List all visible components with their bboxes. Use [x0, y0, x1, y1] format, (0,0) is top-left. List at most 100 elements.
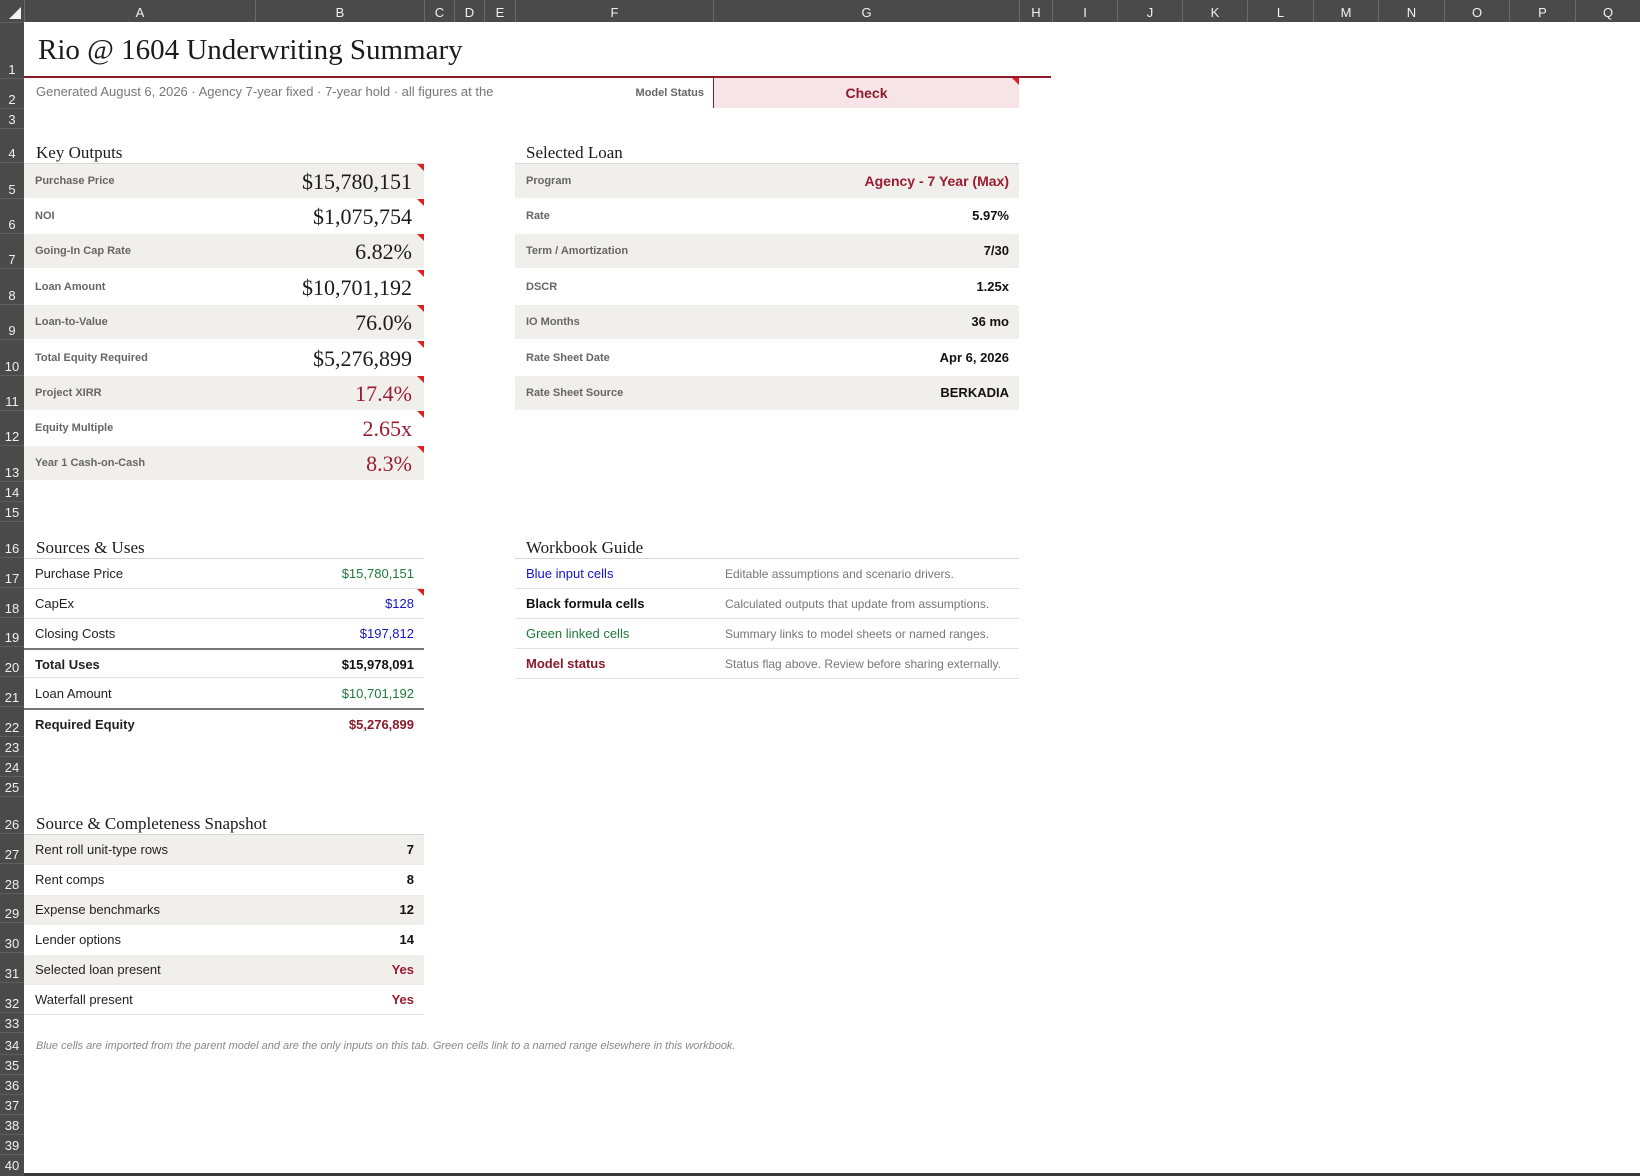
col-header-j[interactable]: J	[1117, 0, 1182, 22]
row-header[interactable]: 8	[0, 268, 24, 304]
row-header[interactable]: 19	[0, 617, 24, 646]
col-header-a[interactable]: A	[24, 0, 255, 22]
comment-indicator-icon[interactable]	[417, 199, 424, 206]
subtitle-meta[interactable]: Generated August 6, 2026 · Agency 7-year…	[36, 84, 516, 99]
snapshot-row[interactable]: Waterfall present Yes	[24, 985, 424, 1015]
row-header[interactable]: 31	[0, 952, 24, 982]
guide-row[interactable]: Model status Status flag above. Review b…	[515, 649, 1019, 679]
row-header[interactable]: 39	[0, 1134, 24, 1154]
row-header[interactable]: 25	[0, 776, 24, 796]
row-header[interactable]: 5	[0, 162, 24, 198]
col-header-o[interactable]: O	[1444, 0, 1509, 22]
row-header[interactable]: 2	[0, 78, 24, 108]
row-header[interactable]: 38	[0, 1114, 24, 1134]
col-header-l[interactable]: L	[1247, 0, 1313, 22]
col-header-n[interactable]: N	[1378, 0, 1444, 22]
row-header[interactable]: 7	[0, 233, 24, 268]
row-header[interactable]: 24	[0, 756, 24, 776]
row-header[interactable]: 14	[0, 481, 24, 501]
snapshot-row[interactable]: Rent comps 8	[24, 865, 424, 895]
comment-indicator-icon[interactable]	[417, 305, 424, 312]
key-output-row[interactable]: Loan-to-Value 76.0%	[24, 305, 424, 339]
row-header[interactable]: 28	[0, 863, 24, 893]
key-output-row[interactable]: NOI $1,075,754	[24, 199, 424, 233]
row-header[interactable]: 29	[0, 893, 24, 922]
col-header-b[interactable]: B	[255, 0, 424, 22]
row-header[interactable]: 11	[0, 375, 24, 410]
key-output-row[interactable]: Year 1 Cash-on-Cash 8.3%	[24, 446, 424, 480]
row-header[interactable]: 26	[0, 796, 24, 833]
row-header[interactable]: 27	[0, 833, 24, 863]
row-header[interactable]: 3	[0, 108, 24, 128]
col-header-h[interactable]: H	[1019, 0, 1052, 22]
comment-indicator-icon[interactable]	[417, 164, 424, 171]
row-header[interactable]: 6	[0, 198, 24, 233]
col-header-e[interactable]: E	[484, 0, 515, 22]
row-header[interactable]: 37	[0, 1094, 24, 1114]
row-header[interactable]: 30	[0, 922, 24, 952]
snapshot-row[interactable]: Rent roll unit-type rows 7	[24, 835, 424, 865]
sources-uses-row[interactable]: Closing Costs $197,812	[24, 619, 424, 649]
row-header[interactable]: 4	[0, 128, 24, 162]
comment-indicator-icon[interactable]	[417, 270, 424, 277]
col-header-f[interactable]: F	[515, 0, 713, 22]
comment-indicator-icon[interactable]	[1012, 78, 1019, 85]
loan-row[interactable]: Program Agency - 7 Year (Max)	[515, 164, 1019, 198]
loan-row[interactable]: Term / Amortization 7/30	[515, 234, 1019, 268]
comment-indicator-icon[interactable]	[417, 411, 424, 418]
comment-indicator-icon[interactable]	[417, 341, 424, 348]
comment-indicator-icon[interactable]	[417, 589, 424, 596]
snapshot-row[interactable]: Expense benchmarks 12	[24, 895, 424, 925]
row-header[interactable]: 9	[0, 304, 24, 339]
sources-uses-row[interactable]: Purchase Price $15,780,151	[24, 559, 424, 589]
row-header[interactable]: 23	[0, 736, 24, 756]
comment-indicator-icon[interactable]	[417, 234, 424, 241]
select-all-corner[interactable]	[0, 0, 24, 22]
comment-indicator-icon[interactable]	[417, 376, 424, 383]
col-header-c[interactable]: C	[424, 0, 454, 22]
snapshot-row[interactable]: Selected loan present Yes	[24, 955, 424, 985]
row-header[interactable]: 13	[0, 445, 24, 481]
loan-row[interactable]: DSCR 1.25x	[515, 270, 1019, 304]
row-header[interactable]: 12	[0, 410, 24, 445]
row-header[interactable]: 35	[0, 1054, 24, 1074]
key-output-row[interactable]: Going-In Cap Rate 6.82%	[24, 234, 424, 268]
key-output-row[interactable]: Purchase Price $15,780,151	[24, 164, 424, 198]
key-output-row[interactable]: Project XIRR 17.4%	[24, 376, 424, 410]
row-header[interactable]: 32	[0, 982, 24, 1012]
model-status-cell[interactable]: Check	[713, 78, 1019, 108]
row-header[interactable]: 21	[0, 676, 24, 706]
key-output-row[interactable]: Total Equity Required $5,276,899	[24, 341, 424, 375]
col-header-m[interactable]: M	[1313, 0, 1378, 22]
sources-uses-row[interactable]: CapEx $128	[24, 589, 424, 619]
row-header[interactable]: 15	[0, 501, 24, 521]
total-uses-row[interactable]: Total Uses $15,978,091	[24, 648, 424, 678]
col-header-g[interactable]: G	[713, 0, 1019, 22]
col-header-d[interactable]: D	[454, 0, 484, 22]
col-header-q[interactable]: Q	[1575, 0, 1640, 22]
snapshot-row[interactable]: Lender options 14	[24, 925, 424, 955]
row-header[interactable]: 10	[0, 339, 24, 375]
col-header-i[interactable]: I	[1052, 0, 1117, 22]
row-header[interactable]: 34	[0, 1032, 24, 1054]
key-output-row[interactable]: Loan Amount $10,701,192	[24, 270, 424, 304]
row-header[interactable]: 40	[0, 1154, 24, 1174]
guide-row[interactable]: Blue input cells Editable assumptions an…	[515, 559, 1019, 589]
col-header-k[interactable]: K	[1182, 0, 1247, 22]
loan-row[interactable]: Rate 5.97%	[515, 199, 1019, 233]
row-header[interactable]: 20	[0, 646, 24, 676]
row-header[interactable]: 17	[0, 557, 24, 587]
guide-row[interactable]: Green linked cells Summary links to mode…	[515, 619, 1019, 649]
row-header[interactable]: 22	[0, 706, 24, 736]
required-equity-row[interactable]: Required Equity $5,276,899	[24, 708, 424, 738]
loan-row[interactable]: Rate Sheet Source BERKADIA	[515, 376, 1019, 410]
footnote[interactable]: Blue cells are imported from the parent …	[36, 1040, 736, 1052]
comment-indicator-icon[interactable]	[417, 446, 424, 453]
row-header[interactable]: 18	[0, 587, 24, 617]
key-output-row[interactable]: Equity Multiple 2.65x	[24, 411, 424, 445]
row-header[interactable]: 1	[0, 22, 24, 78]
loan-row[interactable]: IO Months 36 mo	[515, 305, 1019, 339]
row-header[interactable]: 16	[0, 521, 24, 557]
col-header-p[interactable]: P	[1509, 0, 1575, 22]
sources-uses-row[interactable]: Loan Amount $10,701,192	[24, 679, 424, 709]
